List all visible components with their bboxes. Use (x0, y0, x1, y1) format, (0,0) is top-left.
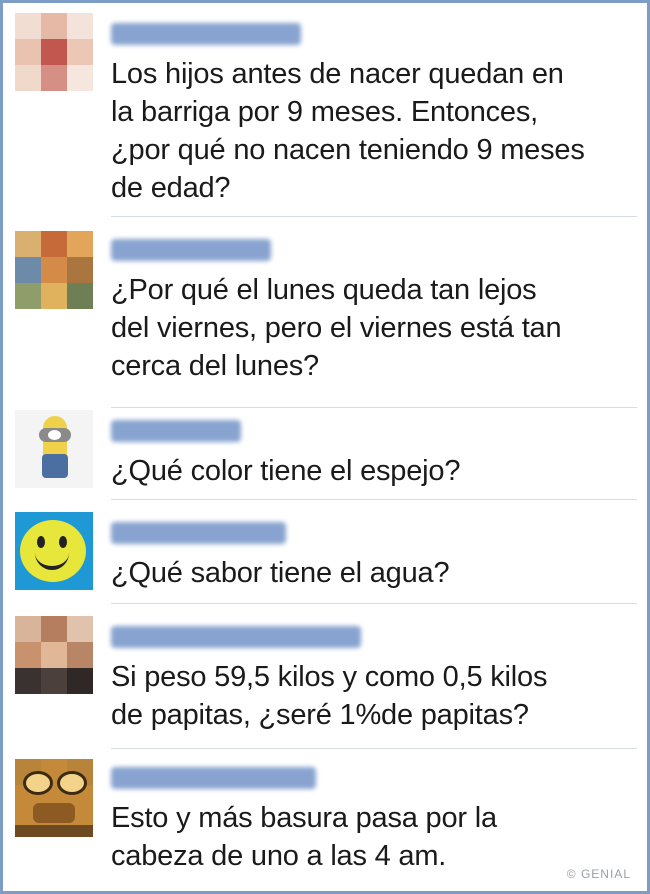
watermark: © GENIAL (566, 867, 631, 881)
comment-item: ¿Por qué el lunes queda tan lejos del vi… (3, 217, 647, 409)
comment-text: Esto y más basura pasa por la cabeza de … (111, 802, 497, 872)
username-blurred[interactable] (111, 420, 241, 442)
avatar[interactable] (15, 616, 93, 694)
username-blurred[interactable] (111, 767, 316, 789)
comment-text: ¿Por qué el lunes queda tan lejos del vi… (111, 274, 562, 382)
minion-icon[interactable] (15, 410, 93, 488)
username-blurred[interactable] (111, 522, 286, 544)
comment-text: Si peso 59,5 kilos y como 0,5 kilos de p… (111, 661, 548, 731)
avatar[interactable] (15, 231, 93, 309)
comment-item: ¿Qué color tiene el espejo? (3, 408, 647, 500)
comment-text: ¿Qué sabor tiene el agua? (111, 557, 450, 589)
avatar[interactable] (15, 13, 93, 91)
comment-feed: Los hijos antes de nacer quedan en la ba… (0, 0, 650, 894)
comment-item: ¿Qué sabor tiene el agua? (3, 500, 647, 604)
comment-item: Si peso 59,5 kilos y como 0,5 kilos de p… (3, 604, 647, 750)
comment-item: Esto y más basura pasa por la cabeza de … (3, 749, 647, 891)
comment-text: Los hijos antes de nacer quedan en la ba… (111, 58, 585, 204)
comment-item: Los hijos antes de nacer quedan en la ba… (3, 3, 647, 217)
comment-text: ¿Qué color tiene el espejo? (111, 455, 461, 487)
glasses-face-icon[interactable] (15, 759, 93, 837)
username-blurred[interactable] (111, 23, 301, 45)
username-blurred[interactable] (111, 626, 361, 648)
username-blurred[interactable] (111, 239, 271, 261)
smiley-face-icon[interactable] (15, 512, 93, 590)
